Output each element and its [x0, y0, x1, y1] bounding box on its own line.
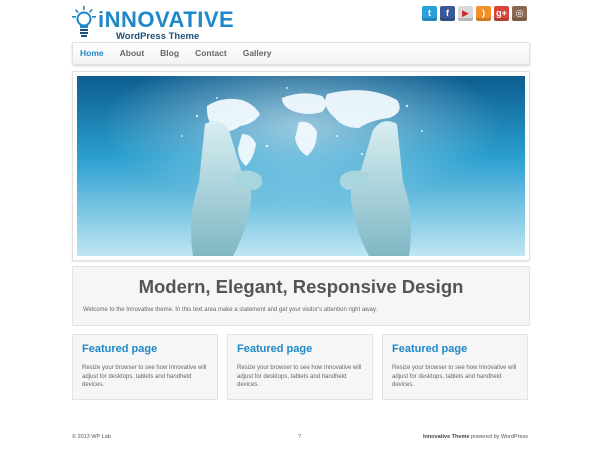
twitter-icon[interactable]: t [422, 6, 437, 21]
logo-title: iNNOVATIVE [98, 7, 235, 32]
featured-page-2[interactable]: Featured page Resize your browser to see… [227, 334, 373, 400]
footer-credits: Innovative Theme powered by WordPress [423, 434, 528, 440]
hero-image [77, 76, 525, 256]
nav-item-contact[interactable]: Contact [187, 43, 235, 64]
featured-page-3[interactable]: Featured page Resize your browser to see… [382, 334, 528, 400]
lightbulb-logo-icon [72, 6, 96, 37]
featured-page-text: Resize your browser to see how Innovativ… [392, 365, 517, 388]
featured-page-title[interactable]: Featured page [392, 343, 467, 356]
rss-icon[interactable]: ) [476, 6, 491, 21]
nav-item-home[interactable]: Home [73, 43, 112, 64]
featured-page-title[interactable]: Featured page [237, 343, 312, 356]
nav-item-blog[interactable]: Blog [152, 43, 187, 64]
footer-center-mark: ? [298, 434, 302, 440]
footer-theme-link[interactable]: Innovative Theme [423, 434, 469, 440]
footer-powered-by[interactable]: powered by WordPress [471, 434, 528, 440]
footer-copyright: © 2013 WP Lab [72, 434, 111, 440]
logo-subtitle: WordPress Theme [116, 31, 200, 42]
hero-slider [72, 71, 530, 261]
footer: © 2013 WP Lab ? Innovative Theme powered… [72, 434, 528, 444]
google-plus-icon[interactable]: g+ [494, 6, 509, 21]
intro-text: Welcome to the Innovative theme. In this… [83, 307, 378, 313]
site-logo[interactable]: iNNOVATIVE WordPress Theme [72, 6, 234, 44]
nav-item-about[interactable]: About [112, 43, 153, 64]
featured-page-text: Resize your browser to see how Innovativ… [237, 365, 362, 388]
featured-page-1[interactable]: Featured page Resize your browser to see… [72, 334, 218, 400]
facebook-icon[interactable]: f [440, 6, 455, 21]
intro-heading: Modern, Elegant, Responsive Design [138, 276, 464, 297]
intro-box: Modern, Elegant, Responsive Design Welco… [72, 266, 530, 326]
featured-page-title[interactable]: Featured page [82, 343, 157, 356]
nav-item-gallery[interactable]: Gallery [235, 43, 280, 64]
instagram-icon[interactable]: ◎ [512, 6, 527, 21]
youtube-icon[interactable]: ▶ [458, 6, 473, 21]
main-nav: Home About Blog Contact Gallery [72, 42, 530, 65]
featured-page-text: Resize your browser to see how Innovativ… [82, 365, 207, 388]
social-icons: t f ▶) g+ ◎ [422, 6, 527, 22]
